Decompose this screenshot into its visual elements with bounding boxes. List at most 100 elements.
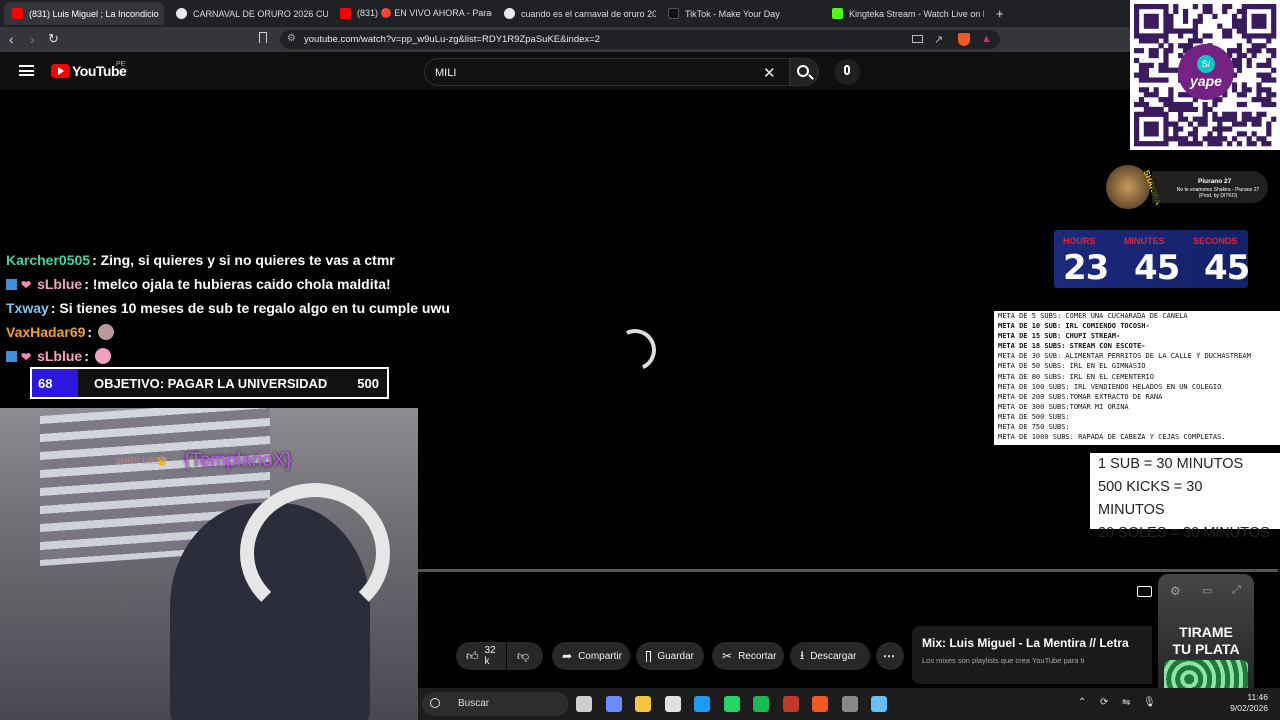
- download-icon: ⭳: [800, 647, 805, 662]
- yape-badge: S/: [1197, 55, 1215, 73]
- new-tab-button[interactable]: +: [988, 2, 1008, 25]
- tip-jar-line2: TU PLATA: [1172, 641, 1240, 657]
- settings-icon: ⚙: [1170, 584, 1181, 598]
- task-view-icon[interactable]: [576, 696, 592, 712]
- timer-minutes-label: MINUTES: [1124, 236, 1165, 246]
- region-code: PE: [116, 61, 126, 68]
- chat-username: sLblue: [37, 276, 83, 292]
- chevron-up-icon[interactable]: ⌃: [1078, 697, 1086, 708]
- obs-icon[interactable]: [841, 696, 858, 712]
- scissors-icon: ✂: [722, 649, 733, 663]
- video-editor-icon[interactable]: [782, 696, 799, 712]
- tab[interactable]: Kingteka Stream - Watch Live on Kick: [824, 2, 984, 25]
- url-text: youtube.com/watch?v=pp_w9uLu-zg&list=RDY…: [304, 34, 600, 45]
- chat-username: VaxHadar69: [6, 324, 86, 340]
- share-button[interactable]: ➦ Compartir: [552, 642, 630, 670]
- steam-icon[interactable]: [871, 696, 887, 712]
- chat-username: sLblue: [37, 348, 83, 364]
- browser-tab-strip: (831) Luis Miguel ; La Incondicio ✕ CARN…: [0, 0, 1130, 27]
- chat-text: :: [84, 348, 89, 364]
- rate-line: 20 SOLES = 30 MINUTOS: [1098, 525, 1270, 541]
- chat-message: VaxHadar69:: [6, 324, 115, 340]
- address-bar[interactable]: ⚙ youtube.com/watch?v=pp_w9uLu-zg&list=R…: [280, 30, 1000, 49]
- share-arrow-icon: ➦: [562, 649, 573, 663]
- objective-count: 68: [32, 369, 78, 397]
- copilot-icon[interactable]: [605, 696, 622, 712]
- tab[interactable]: cuando es el carnaval de oruro 2026: [496, 2, 656, 25]
- reload-icon[interactable]: ↻: [48, 31, 59, 47]
- brave-shield-icon[interactable]: [958, 33, 970, 46]
- more-actions-button[interactable]: ⋯: [876, 642, 904, 670]
- subtitles-icon[interactable]: [1137, 586, 1152, 597]
- headphones: [240, 483, 390, 623]
- tab-active[interactable]: (831) Luis Miguel ; La Incondicio ✕: [4, 2, 164, 25]
- site-info-icon[interactable]: ⚙: [287, 33, 296, 44]
- clock-date: 9/02/2026: [1230, 703, 1268, 713]
- chat-text: : Si tienes 10 meses de sub te regalo al…: [50, 300, 450, 316]
- taskbar-search[interactable]: Buscar: [422, 692, 568, 716]
- download-button[interactable]: ⭳ Descargar: [790, 642, 870, 670]
- like-button[interactable]: 👍︎ 32 k: [456, 642, 506, 670]
- objective-goal: 500: [357, 375, 379, 391]
- download-label: Descargar: [810, 650, 857, 662]
- taskbar-search-placeholder: Buscar: [458, 698, 490, 709]
- spotify-icon[interactable]: [753, 696, 769, 712]
- back-icon[interactable]: ‹: [9, 31, 14, 47]
- clear-search-icon[interactable]: ✕: [763, 64, 776, 82]
- chat-text: :: [87, 324, 93, 340]
- kick-icon: [832, 8, 843, 19]
- bookmark-icon: [646, 650, 652, 662]
- voice-search-button[interactable]: [834, 59, 860, 85]
- sub-goal-line: META DE 200 SUBS:TOMAR EXTRACTO DE RANA: [998, 392, 1163, 401]
- video-progress-bar[interactable]: [418, 569, 1278, 572]
- youtube-logo-icon[interactable]: [51, 64, 70, 78]
- google-icon: [176, 8, 187, 19]
- brave-icon[interactable]: [812, 696, 828, 712]
- sub-goals-list: META DE 5 SUBS: COMER UNA CUCHARADA DE C…: [994, 311, 1280, 445]
- timer-hours: 23: [1063, 248, 1109, 288]
- tab[interactable]: (831) 🔴 EN VIVO AHORA - Parada y: [332, 2, 492, 25]
- store-icon[interactable]: [664, 696, 681, 712]
- chat-text: : !melco ojala te hubieras caido chola m…: [84, 276, 391, 292]
- google-icon: [504, 8, 515, 19]
- clip-button[interactable]: ✂ Recortar: [712, 642, 784, 670]
- wifi-icon[interactable]: ⟳: [1100, 697, 1108, 708]
- loading-spinner: [608, 323, 662, 377]
- search-icon-handle: [808, 74, 814, 80]
- tab[interactable]: TikTok - Make Your Day: [660, 2, 820, 25]
- chat-message: Karcher0505: Zing, si quieres y si no qu…: [6, 252, 395, 268]
- mix-title: Mix: Luis Miguel - La Mentira // Letra: [922, 636, 1129, 650]
- sub-goal-line: META DE 10 SUB: IRL COMIENDO TOCOSH-: [998, 322, 1150, 331]
- tab-label: CARNAVAL DE ORURO 2026 CUAND: [193, 8, 328, 19]
- now-playing-artist: Piurano 27: [1198, 178, 1232, 185]
- cast-icon[interactable]: [912, 35, 923, 43]
- timer-hours-label: HOURS: [1063, 236, 1096, 246]
- rewards-icon[interactable]: ▲: [981, 33, 992, 45]
- heart-badge-icon: ❤: [21, 350, 32, 364]
- search-input[interactable]: MILI ✕: [424, 58, 790, 86]
- whatsapp-icon[interactable]: [723, 696, 740, 712]
- dislike-button[interactable]: 👎︎: [507, 642, 543, 670]
- network-icon[interactable]: ⇋: [1122, 697, 1130, 708]
- forward-icon[interactable]: ›: [30, 31, 35, 47]
- tip-jar-line1: TIRAME: [1179, 624, 1233, 640]
- microphone-tray-icon[interactable]: 🎙︎: [1143, 697, 1156, 708]
- rate-line: 1 SUB = 30 MINUTOS: [1098, 456, 1244, 472]
- like-count: 32 k: [484, 645, 496, 667]
- sub-goal-line: META DE 750 SUBS:: [998, 423, 1070, 432]
- search-button[interactable]: [789, 58, 819, 86]
- sub-goal-line: META DE 500 SUBS:: [998, 412, 1070, 421]
- sub-goal-line: META DE 80 SUBS: IRL EN EL CEMENTERIO: [998, 372, 1154, 381]
- heart-badge-icon: ❤: [21, 278, 32, 292]
- taskbar-clock[interactable]: 11:46 9/02/2026: [1224, 692, 1268, 714]
- bookmark-icon[interactable]: [259, 32, 267, 43]
- sub-goal-line: META DE 50 SUBS: IRL EN EL GIMNASIO: [998, 362, 1146, 371]
- menu-icon[interactable]: [19, 65, 34, 76]
- save-button[interactable]: Guardar: [636, 642, 704, 670]
- tab[interactable]: CARNAVAL DE ORURO 2026 CUAND: [168, 2, 328, 25]
- file-explorer-icon[interactable]: [635, 696, 651, 712]
- share-icon[interactable]: ↗: [934, 33, 943, 46]
- edge-icon[interactable]: [694, 696, 710, 712]
- sub-badge-icon: [6, 351, 17, 362]
- mix-playlist-card[interactable]: Mix: Luis Miguel - La Mentira // Letra L…: [912, 626, 1152, 684]
